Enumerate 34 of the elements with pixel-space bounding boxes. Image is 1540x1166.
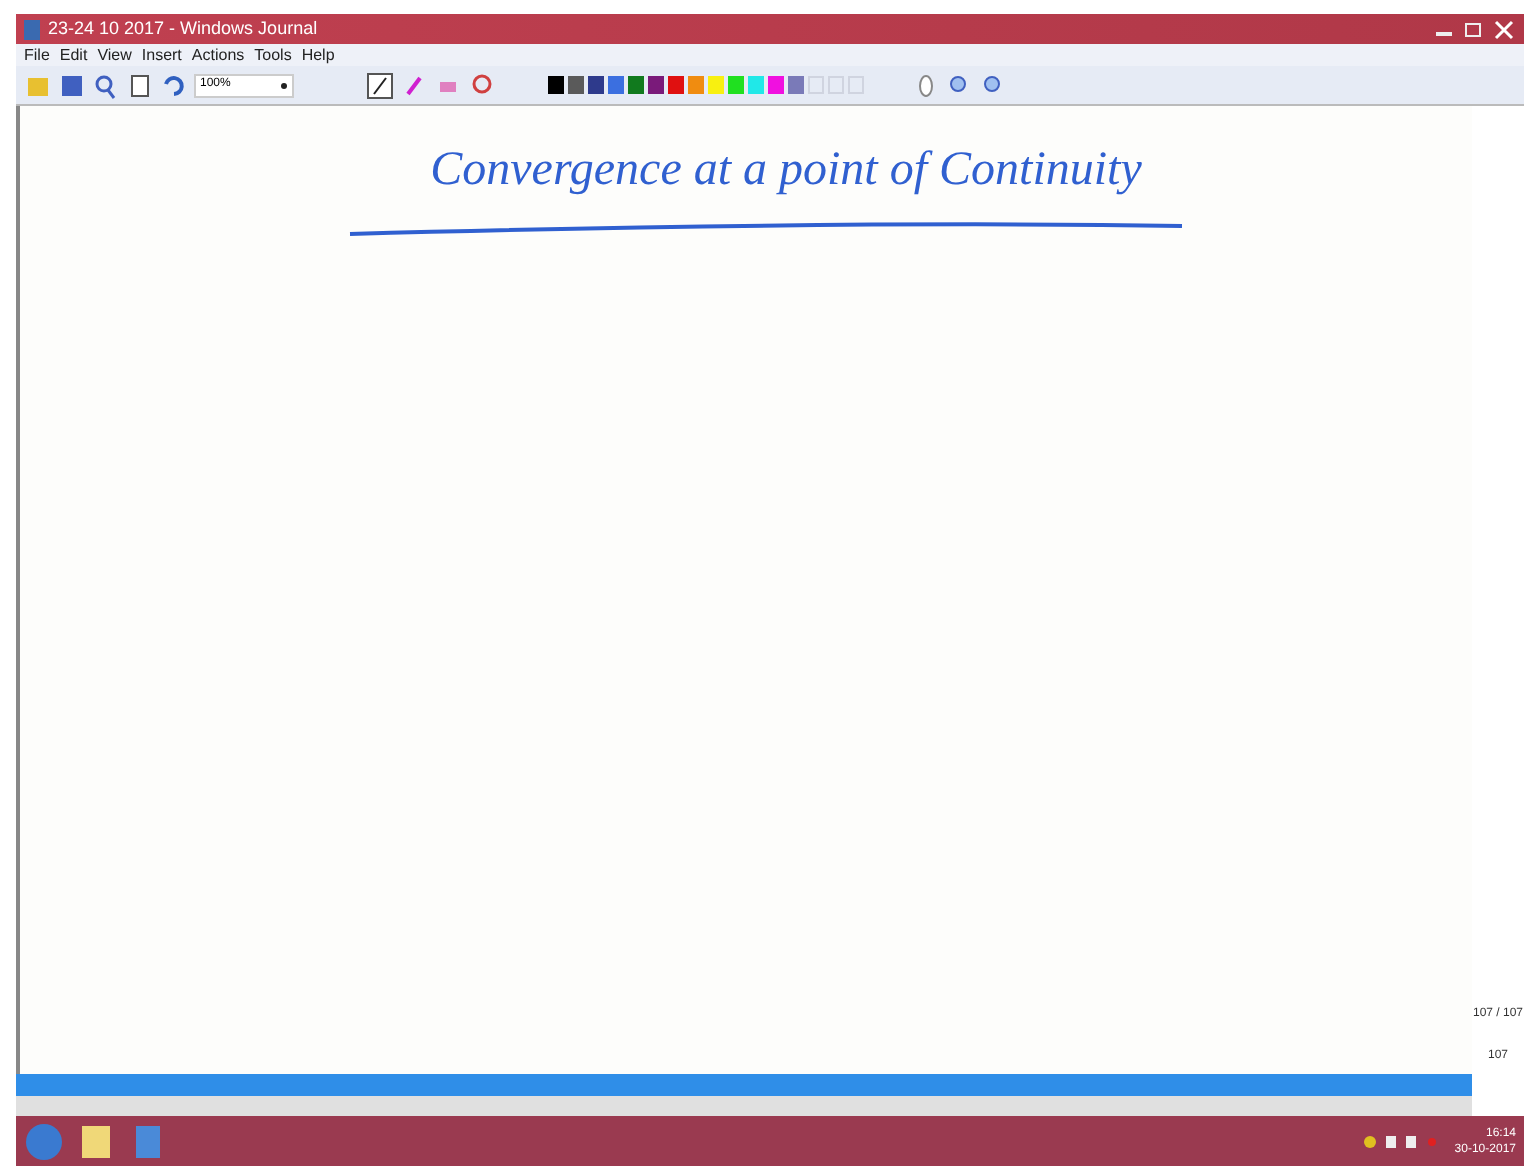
color-swatch[interactable] — [548, 76, 564, 94]
color-swatch[interactable] — [628, 76, 644, 94]
caret-icon — [280, 81, 288, 89]
color-swatch[interactable] — [648, 76, 664, 94]
window-title: 23-24 10 2017 - Windows Journal — [48, 15, 318, 42]
menu-item[interactable]: Insert — [141, 47, 182, 63]
color-swatch[interactable] — [768, 76, 784, 94]
close-icon[interactable] — [1492, 19, 1516, 39]
journal-icon — [24, 19, 40, 39]
handwritten-heading: Convergence at a point of Continuity — [430, 142, 1142, 200]
menu-item[interactable]: File — [24, 47, 50, 63]
page-icon[interactable] — [126, 71, 154, 99]
menu-item[interactable]: Tools — [254, 47, 292, 63]
color-swatch[interactable] — [608, 76, 624, 94]
color-swatch[interactable] — [748, 76, 764, 94]
lasso-icon[interactable] — [468, 71, 496, 99]
menu-item[interactable]: Actions — [191, 47, 245, 63]
color-swatch[interactable] — [788, 76, 804, 94]
notes-app-icon[interactable] — [76, 1121, 116, 1161]
color-swatch[interactable] — [688, 76, 704, 94]
color-swatch[interactable] — [728, 76, 744, 94]
menu-item[interactable]: Edit — [59, 47, 88, 63]
menu-item[interactable]: View — [97, 47, 132, 63]
start-icon[interactable] — [24, 1121, 64, 1161]
horizontal-scrollbar[interactable] — [16, 1096, 1472, 1116]
color-swatch[interactable] — [568, 76, 584, 94]
color-swatch[interactable] — [668, 76, 684, 94]
color-swatch[interactable] — [708, 76, 724, 94]
color-swatch[interactable] — [588, 76, 604, 94]
undo-icon[interactable] — [160, 71, 188, 99]
maximize-icon[interactable] — [1464, 21, 1484, 37]
search-icon[interactable] — [92, 71, 120, 99]
menu-item[interactable]: Help — [301, 47, 335, 63]
pen-icon[interactable] — [366, 71, 394, 99]
